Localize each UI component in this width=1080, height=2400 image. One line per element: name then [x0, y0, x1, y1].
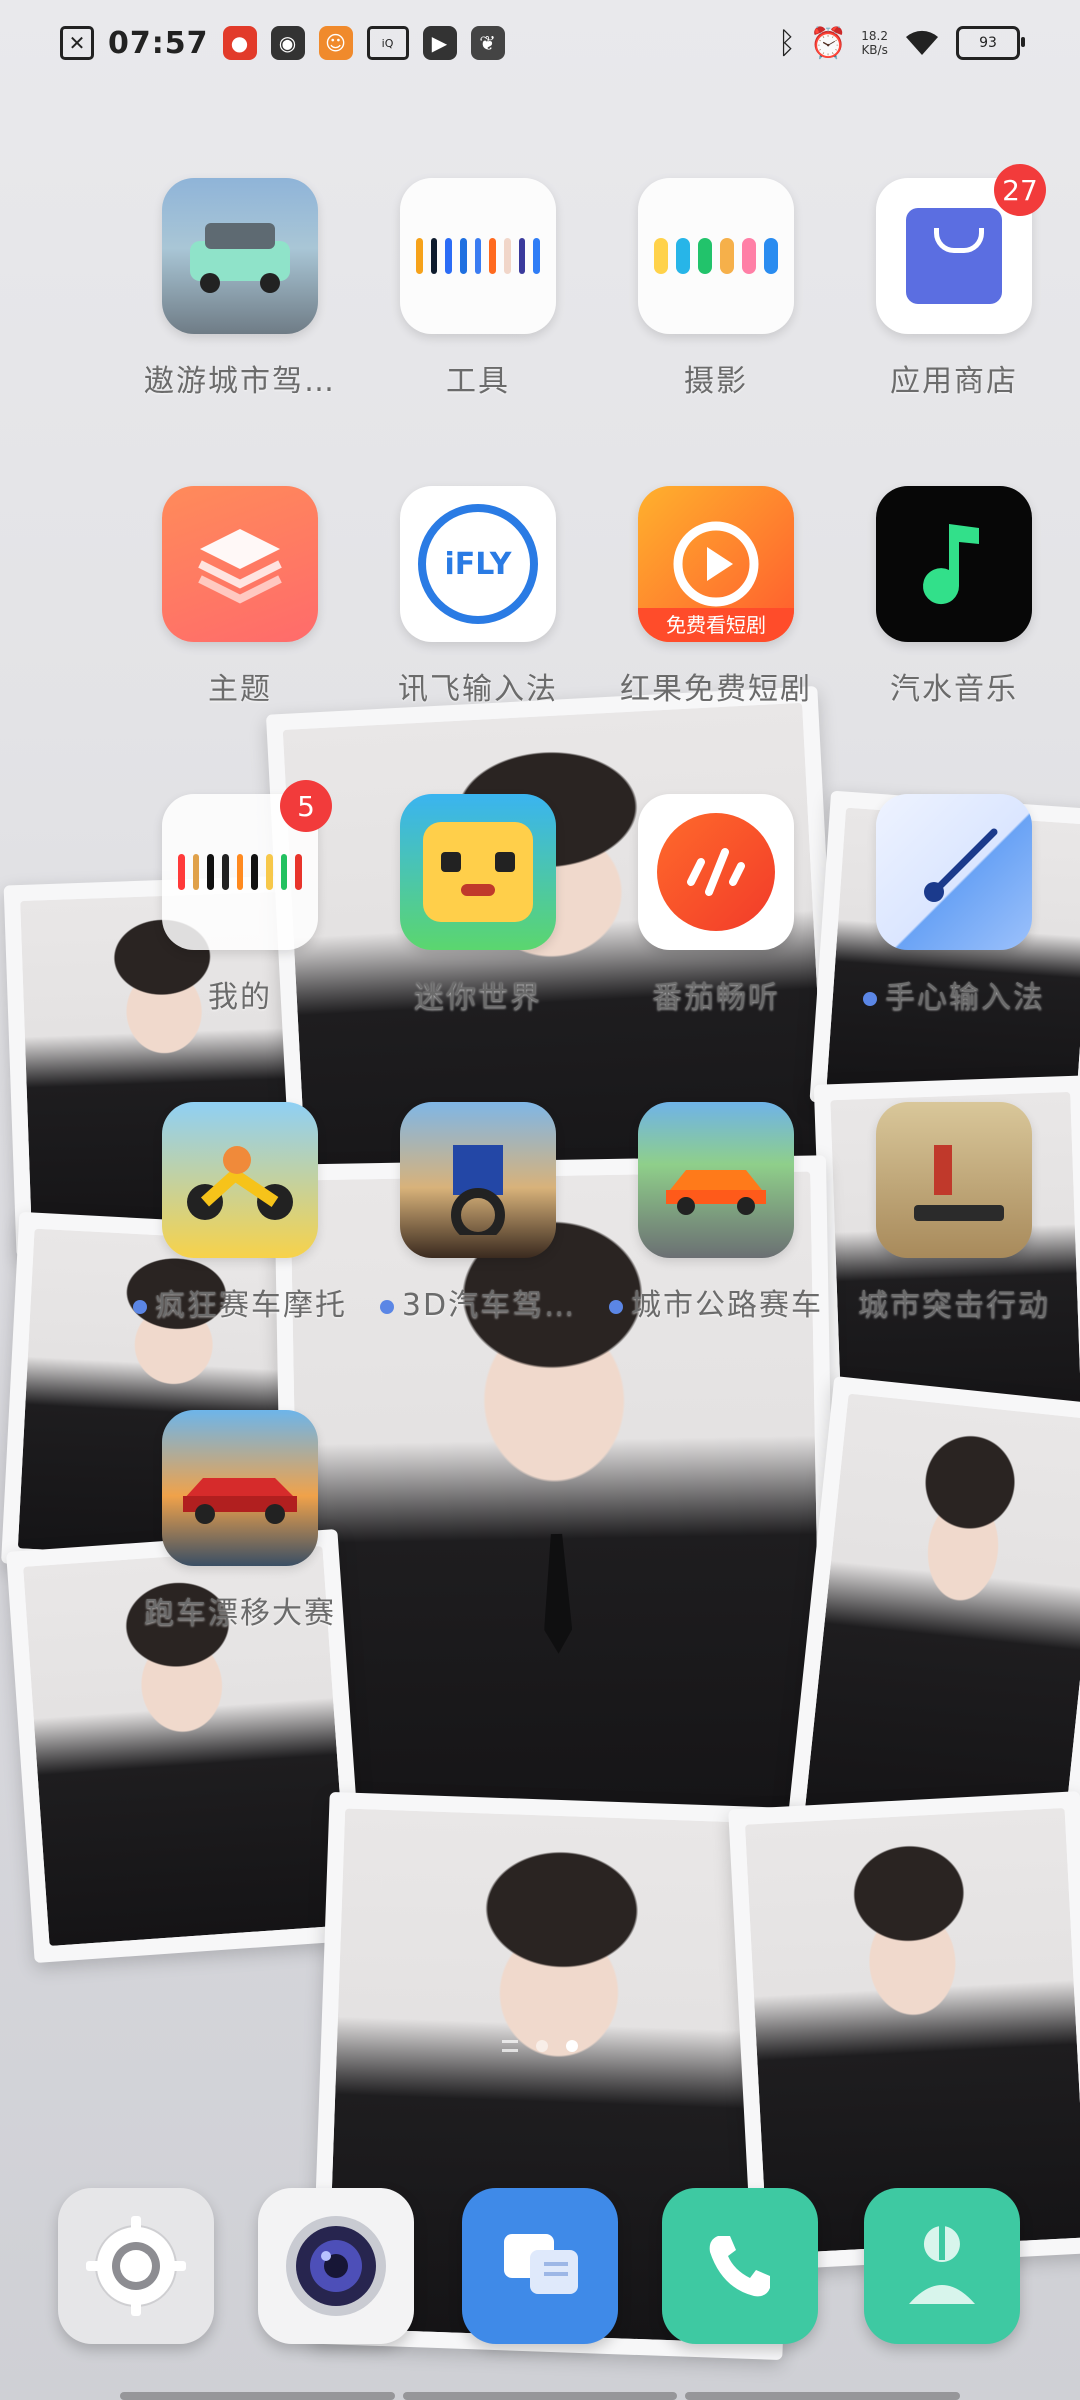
gear-icon [86, 2216, 186, 2316]
leaf-icon: ❦ [470, 26, 505, 60]
clock-hand-icon [876, 794, 1032, 950]
chat-bubble-icon [504, 2234, 578, 2294]
app-app-store[interactable]: 27 应用商店 [844, 164, 1064, 400]
hongguo-banner-text: 免费看短剧 [638, 608, 794, 642]
network-speed: 18.2 KB/s [861, 29, 888, 57]
app-shouxin[interactable]: 手心输入法 [844, 794, 1064, 1016]
app-label: 讯飞输入法 [398, 672, 558, 707]
app-label: 迷你世界 [414, 980, 542, 1015]
page-dot[interactable] [536, 2040, 548, 2052]
app-label: 我的 [208, 980, 272, 1015]
page-menu-icon[interactable] [502, 2040, 518, 2052]
bluetooth-icon: ᛒ [777, 25, 796, 61]
gesture-bar[interactable] [120, 2392, 961, 2400]
mini-world-icon [400, 794, 556, 950]
app-label: 红果免费短剧 [620, 672, 812, 707]
app-truck-3d[interactable]: 3D汽车驾… [368, 1102, 588, 1324]
dock-messages[interactable] [462, 2188, 618, 2344]
app-city-assault[interactable]: 城市突击行动 [844, 1102, 1064, 1324]
battery-icon: 93 [956, 26, 1025, 60]
gesture-segment [402, 2392, 678, 2400]
app-themes[interactable]: 主题 [130, 486, 350, 708]
gesture-segment [120, 2392, 395, 2400]
iqiyi-icon: iQ [366, 26, 409, 60]
folder-mine[interactable]: 5 我的 [130, 780, 350, 1016]
app-label: 遨游城市驾… [144, 364, 336, 399]
tools-folder-icon [400, 178, 556, 334]
folder-photo[interactable]: 摄影 [606, 178, 826, 400]
music-note-icon [876, 486, 1032, 642]
app-label: 番茄畅听 [652, 980, 780, 1015]
shooter-icon [876, 1102, 1032, 1258]
app-city-drive[interactable]: 遨游城市驾… [130, 178, 350, 400]
motorbike-icon [162, 1102, 318, 1258]
page-dot-active[interactable] [566, 2040, 578, 2052]
app-mini-world[interactable]: 迷你世界 [368, 794, 588, 1016]
play-icon: 免费看短剧 [638, 486, 794, 642]
app-hongguo[interactable]: 免费看短剧 红果免费短剧 [606, 486, 826, 708]
dock-phone[interactable] [662, 2188, 818, 2344]
phone-icon [709, 2236, 770, 2297]
dock-settings[interactable] [58, 2188, 214, 2344]
sports-car-icon [162, 1410, 318, 1566]
app-city-race[interactable]: 城市公路赛车 [606, 1102, 826, 1324]
truck-icon [400, 1102, 556, 1258]
status-bar: ✕ 07:57 ● ◉ ☺ iQ ▶ ❦ ᛒ ⏰ 18.2 KB/s 93 [0, 0, 1080, 86]
status-time: 07:57 [108, 25, 209, 61]
photo-folder-icon [638, 178, 794, 334]
car-game-icon [162, 178, 318, 334]
net-speed-unit: KB/s [861, 43, 888, 57]
camera-icon [286, 2216, 386, 2316]
layers-icon [162, 486, 318, 642]
app-label: 城市突击行动 [858, 1288, 1050, 1323]
net-speed-value: 18.2 [861, 29, 888, 43]
wifi-icon [902, 25, 942, 61]
wechat-icon: ◉ [270, 26, 305, 60]
app-ifly[interactable]: iFLY 讯飞输入法 [368, 486, 588, 708]
app-label: 跑车漂移大赛 [144, 1596, 336, 1631]
video-icon: ▶ [422, 26, 457, 60]
app-label: 3D汽车驾… [368, 1280, 588, 1324]
app-moto-race[interactable]: 疯狂赛车摩托 [130, 1102, 350, 1324]
app-fanqie[interactable]: 番茄畅听 [606, 794, 826, 1016]
dock-camera[interactable] [258, 2188, 414, 2344]
wallpaper-photo [787, 1375, 1080, 1857]
app-label: 应用商店 [890, 364, 1018, 399]
app-label: 主题 [208, 672, 272, 707]
dock-contacts[interactable] [864, 2188, 1020, 2344]
race-car-icon [638, 1102, 794, 1258]
app-label: 工具 [446, 364, 510, 399]
gesture-segment [685, 2392, 961, 2400]
app-notify-icon: ● [222, 26, 257, 60]
battery-level: 93 [979, 35, 997, 51]
notification-badge: 5 [280, 780, 332, 832]
app-label: 摄影 [684, 364, 748, 399]
app-label: 手心输入法 [844, 972, 1064, 1016]
app-label: 汽水音乐 [890, 672, 1018, 707]
game-icon: ☺ [318, 26, 353, 60]
page-indicator[interactable] [0, 2040, 1080, 2052]
ifly-logo-text: iFLY [418, 504, 538, 624]
folder-tools[interactable]: 工具 [368, 178, 588, 400]
app-label: 疯狂赛车摩托 [130, 1280, 350, 1324]
app-qishui[interactable]: 汽水音乐 [844, 486, 1064, 708]
audio-wave-icon [638, 794, 794, 950]
person-icon [909, 2222, 975, 2304]
app-label: 城市公路赛车 [606, 1280, 826, 1324]
sim-x-icon: ✕ [60, 26, 94, 60]
alarm-icon: ⏰ [809, 25, 848, 61]
notification-badge: 27 [994, 164, 1046, 216]
app-drift[interactable]: 跑车漂移大赛 [130, 1410, 350, 1632]
ifly-icon: iFLY [400, 486, 556, 642]
